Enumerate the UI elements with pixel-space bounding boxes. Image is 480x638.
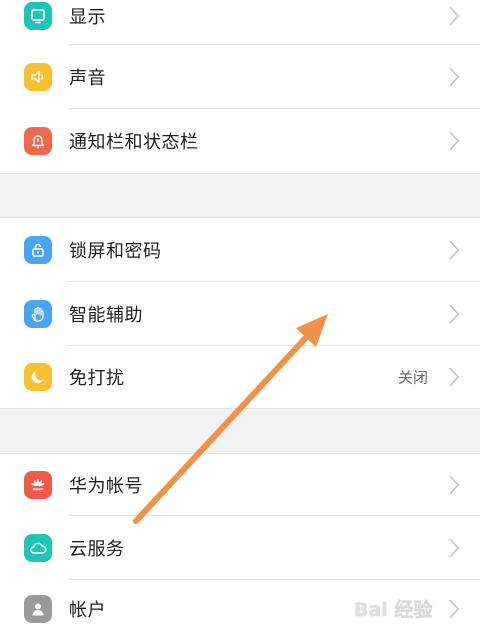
- baidu-jingyan-watermark: Bai 经验: [354, 598, 434, 622]
- settings-item-label: 锁屏和密码: [69, 241, 162, 262]
- cloud-icon: [24, 534, 52, 562]
- settings-item-cloud-service[interactable]: 云服务: [0, 516, 480, 580]
- chevron-right-icon: [449, 240, 460, 260]
- section-gap: [0, 173, 480, 218]
- settings-item-lock-screen[interactable]: 锁屏和密码: [0, 218, 480, 282]
- settings-item-label: 通知栏和状态栏: [69, 132, 199, 153]
- settings-item-label: 帐户: [69, 600, 106, 621]
- settings-item-label: 云服务: [69, 539, 125, 560]
- settings-item-huawei-account[interactable]: 华为帐号: [0, 454, 480, 516]
- lock-icon: [24, 236, 52, 264]
- bell-icon: [24, 127, 52, 155]
- display-icon: [24, 2, 52, 30]
- settings-item-label: 智能辅助: [69, 305, 143, 326]
- chevron-right-icon: [449, 538, 460, 558]
- settings-item-notifications[interactable]: 通知栏和状态栏: [0, 109, 480, 173]
- chevron-right-icon: [449, 304, 460, 324]
- settings-item-label: 显示: [69, 7, 106, 28]
- settings-item-do-not-disturb[interactable]: 免打扰 关闭: [0, 346, 480, 408]
- chevron-right-icon: [449, 367, 460, 387]
- settings-item-label: 华为帐号: [69, 476, 143, 497]
- settings-item-value: 关闭: [397, 368, 428, 387]
- chevron-right-icon: [449, 6, 460, 26]
- chevron-right-icon: [449, 475, 460, 495]
- hand-icon: [24, 300, 52, 328]
- settings-item-label: 免打扰: [69, 368, 125, 389]
- moon-icon: [24, 363, 52, 391]
- settings-item-label: 声音: [69, 68, 106, 89]
- chevron-right-icon: [449, 131, 460, 151]
- settings-item-smart-assist[interactable]: 智能辅助: [0, 282, 480, 346]
- watermark-text: Bai 经验: [354, 598, 433, 621]
- settings-item-display[interactable]: 显示: [0, 0, 480, 45]
- section-gap: [0, 408, 480, 454]
- huawei-logo-icon: [24, 471, 52, 499]
- chevron-right-icon: [449, 67, 460, 87]
- settings-item-sound[interactable]: 声音: [0, 45, 480, 109]
- speaker-icon: [24, 63, 52, 91]
- person-icon: [24, 595, 52, 623]
